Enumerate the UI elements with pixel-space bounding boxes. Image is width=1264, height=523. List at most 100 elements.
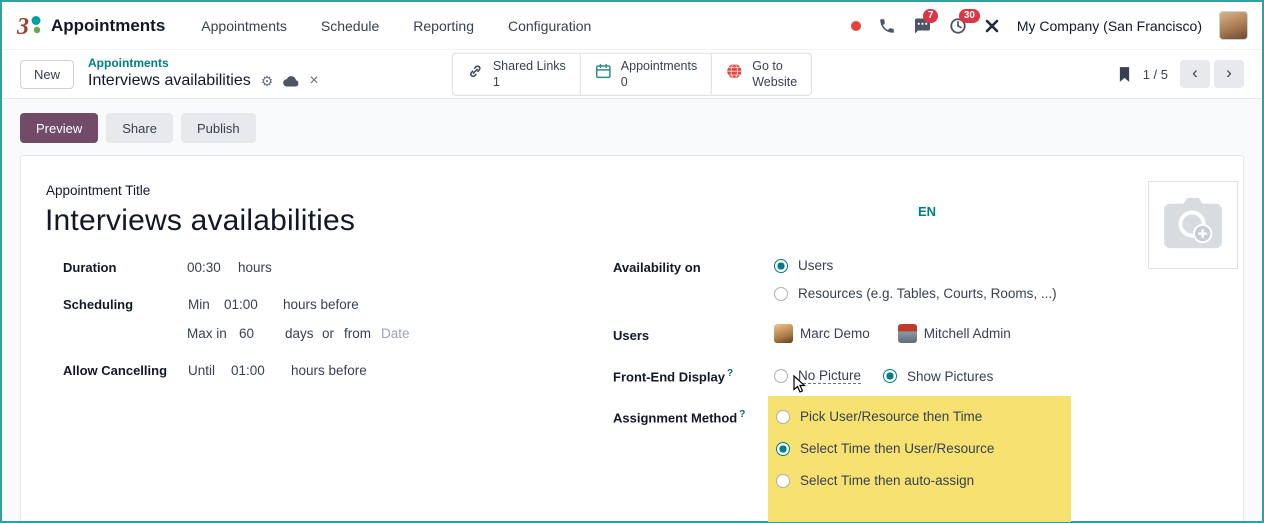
users-tags: Marc Demo Mitchell Admin — [774, 324, 1011, 343]
go-to-website-button[interactable]: Go to Website — [712, 54, 811, 95]
new-button[interactable]: New — [20, 60, 74, 89]
share-button[interactable]: Share — [106, 113, 173, 143]
appointment-form-card: Appointment Title Interviews availabilit… — [20, 155, 1244, 521]
appointments-app-icon[interactable]: 3 — [16, 12, 43, 39]
scheduling-max-value[interactable]: 60 — [239, 326, 254, 341]
allow-cancelling-label: Allow Cancelling — [63, 363, 167, 378]
duration-unit: hours — [238, 260, 272, 275]
user-tag-mitchell-admin[interactable]: Mitchell Admin — [898, 324, 1011, 343]
user-avatar[interactable] — [1219, 11, 1248, 40]
marc-demo-avatar — [774, 324, 793, 343]
company-switcher[interactable]: My Company (San Francisco) — [1017, 18, 1202, 34]
top-navbar: 3 Appointments Appointments Schedule Rep… — [2, 2, 1262, 50]
chat-badge: 7 — [923, 9, 939, 23]
page-body: Preview Share Publish Appointment Title … — [2, 99, 1262, 521]
radio-select-time-then-user-icon[interactable] — [776, 442, 790, 456]
globe-icon — [726, 63, 743, 85]
link-icon — [467, 63, 484, 85]
image-upload-placeholder[interactable] — [1148, 181, 1238, 269]
duration-label: Duration — [63, 260, 116, 275]
status-button-row: Preview Share Publish — [2, 99, 1262, 155]
option-pick-user-then-time[interactable]: Pick User/Resource then Time — [776, 409, 1071, 424]
assignment-method-options: Pick User/Resource then Time Select Time… — [768, 396, 1071, 488]
appointment-title-value[interactable]: Interviews availabilities — [45, 204, 355, 238]
breadcrumb-parent[interactable]: Appointments — [88, 57, 319, 71]
scheduling-max-unit: days — [285, 326, 314, 341]
availability-options: Users Resources (e.g. Tables, Courts, Ro… — [774, 258, 1057, 301]
website-label: Website — [752, 74, 797, 90]
shared-links-count: 1 — [493, 74, 566, 90]
scheduling-label: Scheduling — [63, 297, 133, 312]
phone-icon[interactable] — [878, 17, 896, 35]
user-tag-marc-demo[interactable]: Marc Demo — [774, 324, 870, 343]
clock-badge: 30 — [959, 9, 980, 23]
radio-no-picture-icon[interactable] — [774, 369, 788, 383]
cross-icon[interactable] — [984, 18, 1000, 34]
menu-reporting[interactable]: Reporting — [413, 18, 474, 34]
clock-icon[interactable]: 30 — [949, 17, 967, 35]
app-title[interactable]: Appointments — [51, 16, 165, 36]
menu-configuration[interactable]: Configuration — [508, 18, 591, 34]
assignment-method-help-icon[interactable]: ? — [739, 409, 745, 420]
appointments-count-button[interactable]: Appointments 0 — [581, 54, 712, 95]
stat-button-group: Shared Links 1 Appointments 0 — [452, 53, 812, 96]
scheduling-min-value[interactable]: 01:00 — [224, 297, 258, 312]
radio-show-pictures-icon[interactable] — [883, 369, 897, 383]
status-dot-icon[interactable] — [851, 21, 861, 31]
chat-icon[interactable]: 7 — [913, 17, 932, 35]
systray: 7 30 My Company (San Francisco) — [851, 11, 1248, 40]
front-end-display-options: No Picture Show Pictures — [774, 368, 993, 384]
discard-icon[interactable]: × — [309, 72, 318, 90]
pager-previous-button[interactable]: ‹ — [1180, 60, 1210, 88]
front-end-display-label: Front-End Display? — [613, 368, 733, 384]
mitchell-admin-avatar — [898, 324, 917, 343]
assignment-method-label: Assignment Method? — [613, 409, 745, 425]
publish-button[interactable]: Publish — [181, 113, 256, 143]
go-to-label: Go to — [752, 58, 797, 74]
users-label: Users — [613, 328, 649, 343]
scheduling-min-prefix: Min — [188, 297, 210, 312]
radio-select-time-auto-assign-icon[interactable] — [776, 474, 790, 488]
radio-pick-user-then-time-icon[interactable] — [776, 410, 790, 424]
radio-users-icon[interactable] — [774, 259, 788, 273]
pager-next-button[interactable]: › — [1214, 60, 1244, 88]
cancel-prefix: Until — [188, 363, 215, 378]
breadcrumb-current: Interviews availabilities — [88, 72, 251, 90]
bookmark-icon[interactable] — [1118, 66, 1131, 83]
option-select-time-then-user[interactable]: Select Time then User/Resource — [776, 441, 1071, 456]
control-panel: New Appointments Interviews availabiliti… — [2, 50, 1262, 99]
calendar-icon — [595, 63, 612, 85]
menu-schedule[interactable]: Schedule — [321, 18, 379, 34]
option-show-pictures[interactable]: Show Pictures — [883, 368, 993, 384]
pager: 1 / 5 ‹ › — [1118, 60, 1244, 88]
front-end-display-help-icon[interactable]: ? — [727, 368, 733, 379]
appointment-title-label: Appointment Title — [46, 183, 150, 198]
pager-count: 1 / 5 — [1143, 67, 1168, 82]
menu-appointments[interactable]: Appointments — [201, 18, 287, 34]
option-select-time-auto-assign[interactable]: Select Time then auto-assign — [776, 473, 1071, 488]
scheduling-max-prefix: Max in — [187, 326, 227, 341]
scheduling-min-suffix: hours before — [283, 297, 359, 312]
scheduling-from: from — [344, 326, 371, 341]
app-window: { "colors": { "accent": "#017e84", "prim… — [0, 0, 1264, 523]
gear-icon[interactable]: ⚙ — [261, 73, 274, 89]
option-no-picture[interactable]: No Picture — [774, 368, 861, 384]
camera-plus-icon — [1162, 196, 1224, 255]
duration-value[interactable]: 00:30 — [187, 260, 221, 275]
scheduling-or: or — [322, 326, 334, 341]
assignment-method-highlight: Pick User/Resource then Time Select Time… — [768, 396, 1071, 522]
language-badge[interactable]: EN — [918, 204, 936, 219]
main-menu: Appointments Schedule Reporting Configur… — [201, 18, 591, 34]
appointments-count-label: Appointments — [621, 58, 697, 74]
radio-resources-icon[interactable] — [774, 287, 788, 301]
cancel-value[interactable]: 01:00 — [231, 363, 265, 378]
svg-text:3: 3 — [16, 14, 29, 39]
availability-option-users[interactable]: Users — [774, 258, 1057, 273]
preview-button[interactable]: Preview — [20, 113, 98, 143]
shared-links-label: Shared Links — [493, 58, 566, 74]
save-cloud-icon[interactable] — [283, 75, 299, 87]
shared-links-button[interactable]: Shared Links 1 — [453, 54, 581, 95]
cancel-suffix: hours before — [291, 363, 367, 378]
availability-option-resources[interactable]: Resources (e.g. Tables, Courts, Rooms, .… — [774, 286, 1057, 301]
scheduling-date-field[interactable]: Date — [381, 326, 410, 341]
